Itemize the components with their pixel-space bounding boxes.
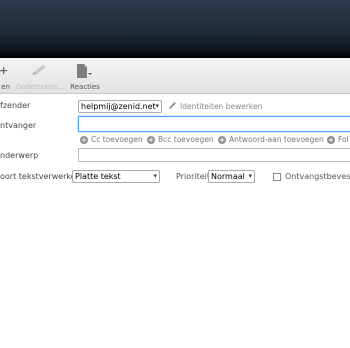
priority-label: Prioriteit xyxy=(176,172,211,181)
from-value: helpmij@zenid.net xyxy=(81,102,156,111)
chevron-down-icon: ▾ xyxy=(155,102,159,110)
editor-type-value: Platte tekst xyxy=(75,172,121,181)
add-followup-text: Fol xyxy=(338,135,349,144)
add-bcc-link[interactable]: + Bcc toevoegen xyxy=(147,135,214,144)
priority-select[interactable]: Normaal ▾ xyxy=(208,170,255,183)
to-label: ntvanger xyxy=(0,121,37,130)
add-bcc-text: Bcc toevoegen xyxy=(158,135,214,144)
add-followup-link[interactable]: + Fol xyxy=(327,135,349,144)
editor-type-select[interactable]: Platte tekst ▾ xyxy=(72,170,160,183)
plus-circle-icon: + xyxy=(80,135,88,144)
add-header-links: + Cc toevoegen + Bcc toevoegen + Antwoor… xyxy=(0,135,350,145)
priority-value: Normaal xyxy=(211,172,245,181)
signature-button[interactable]: Onderteken... xyxy=(16,58,64,94)
add-reply-to-text: Antwoord-aan toevoegen xyxy=(229,135,324,144)
responses-button[interactable]: Reacties xyxy=(68,58,102,94)
send-button-label: en xyxy=(1,83,10,91)
plus-circle-icon: + xyxy=(147,135,155,144)
add-cc-link[interactable]: + Cc toevoegen xyxy=(80,135,143,144)
chevron-down-icon: ▾ xyxy=(153,172,157,180)
document-icon xyxy=(76,64,92,80)
from-label: fzender xyxy=(0,101,31,110)
edit-identities-text: Identiteiten bewerken xyxy=(180,102,263,111)
receipt-checkbox[interactable] xyxy=(273,173,281,181)
plus-circle-icon: + xyxy=(327,135,335,144)
pencil-icon xyxy=(30,63,48,79)
compose-toolbar: + en Onderteken... Reacties xyxy=(0,58,350,94)
pencil-icon xyxy=(168,101,177,112)
from-select[interactable]: helpmij@zenid.net ▾ xyxy=(78,100,162,113)
editor-type-label: oort tekstverwerker xyxy=(0,172,80,181)
add-reply-to-link[interactable]: + Antwoord-aan toevoegen xyxy=(218,135,324,144)
send-button[interactable]: + en xyxy=(0,58,12,94)
signature-button-label: Onderteken... xyxy=(16,83,64,91)
receipt-label: Ontvangstbevestig xyxy=(285,172,350,181)
subject-input[interactable] xyxy=(78,148,350,162)
responses-button-label: Reacties xyxy=(70,83,100,91)
to-input[interactable] xyxy=(78,116,350,132)
chevron-down-icon: ▾ xyxy=(248,172,252,180)
plus-circle-icon: + xyxy=(218,135,226,144)
edit-identities-link[interactable]: Identiteiten bewerken xyxy=(168,101,262,112)
plus-icon: + xyxy=(0,64,9,77)
app-header xyxy=(0,0,350,58)
subject-label: nderwerp xyxy=(0,151,39,160)
add-cc-text: Cc toevoegen xyxy=(91,135,143,144)
